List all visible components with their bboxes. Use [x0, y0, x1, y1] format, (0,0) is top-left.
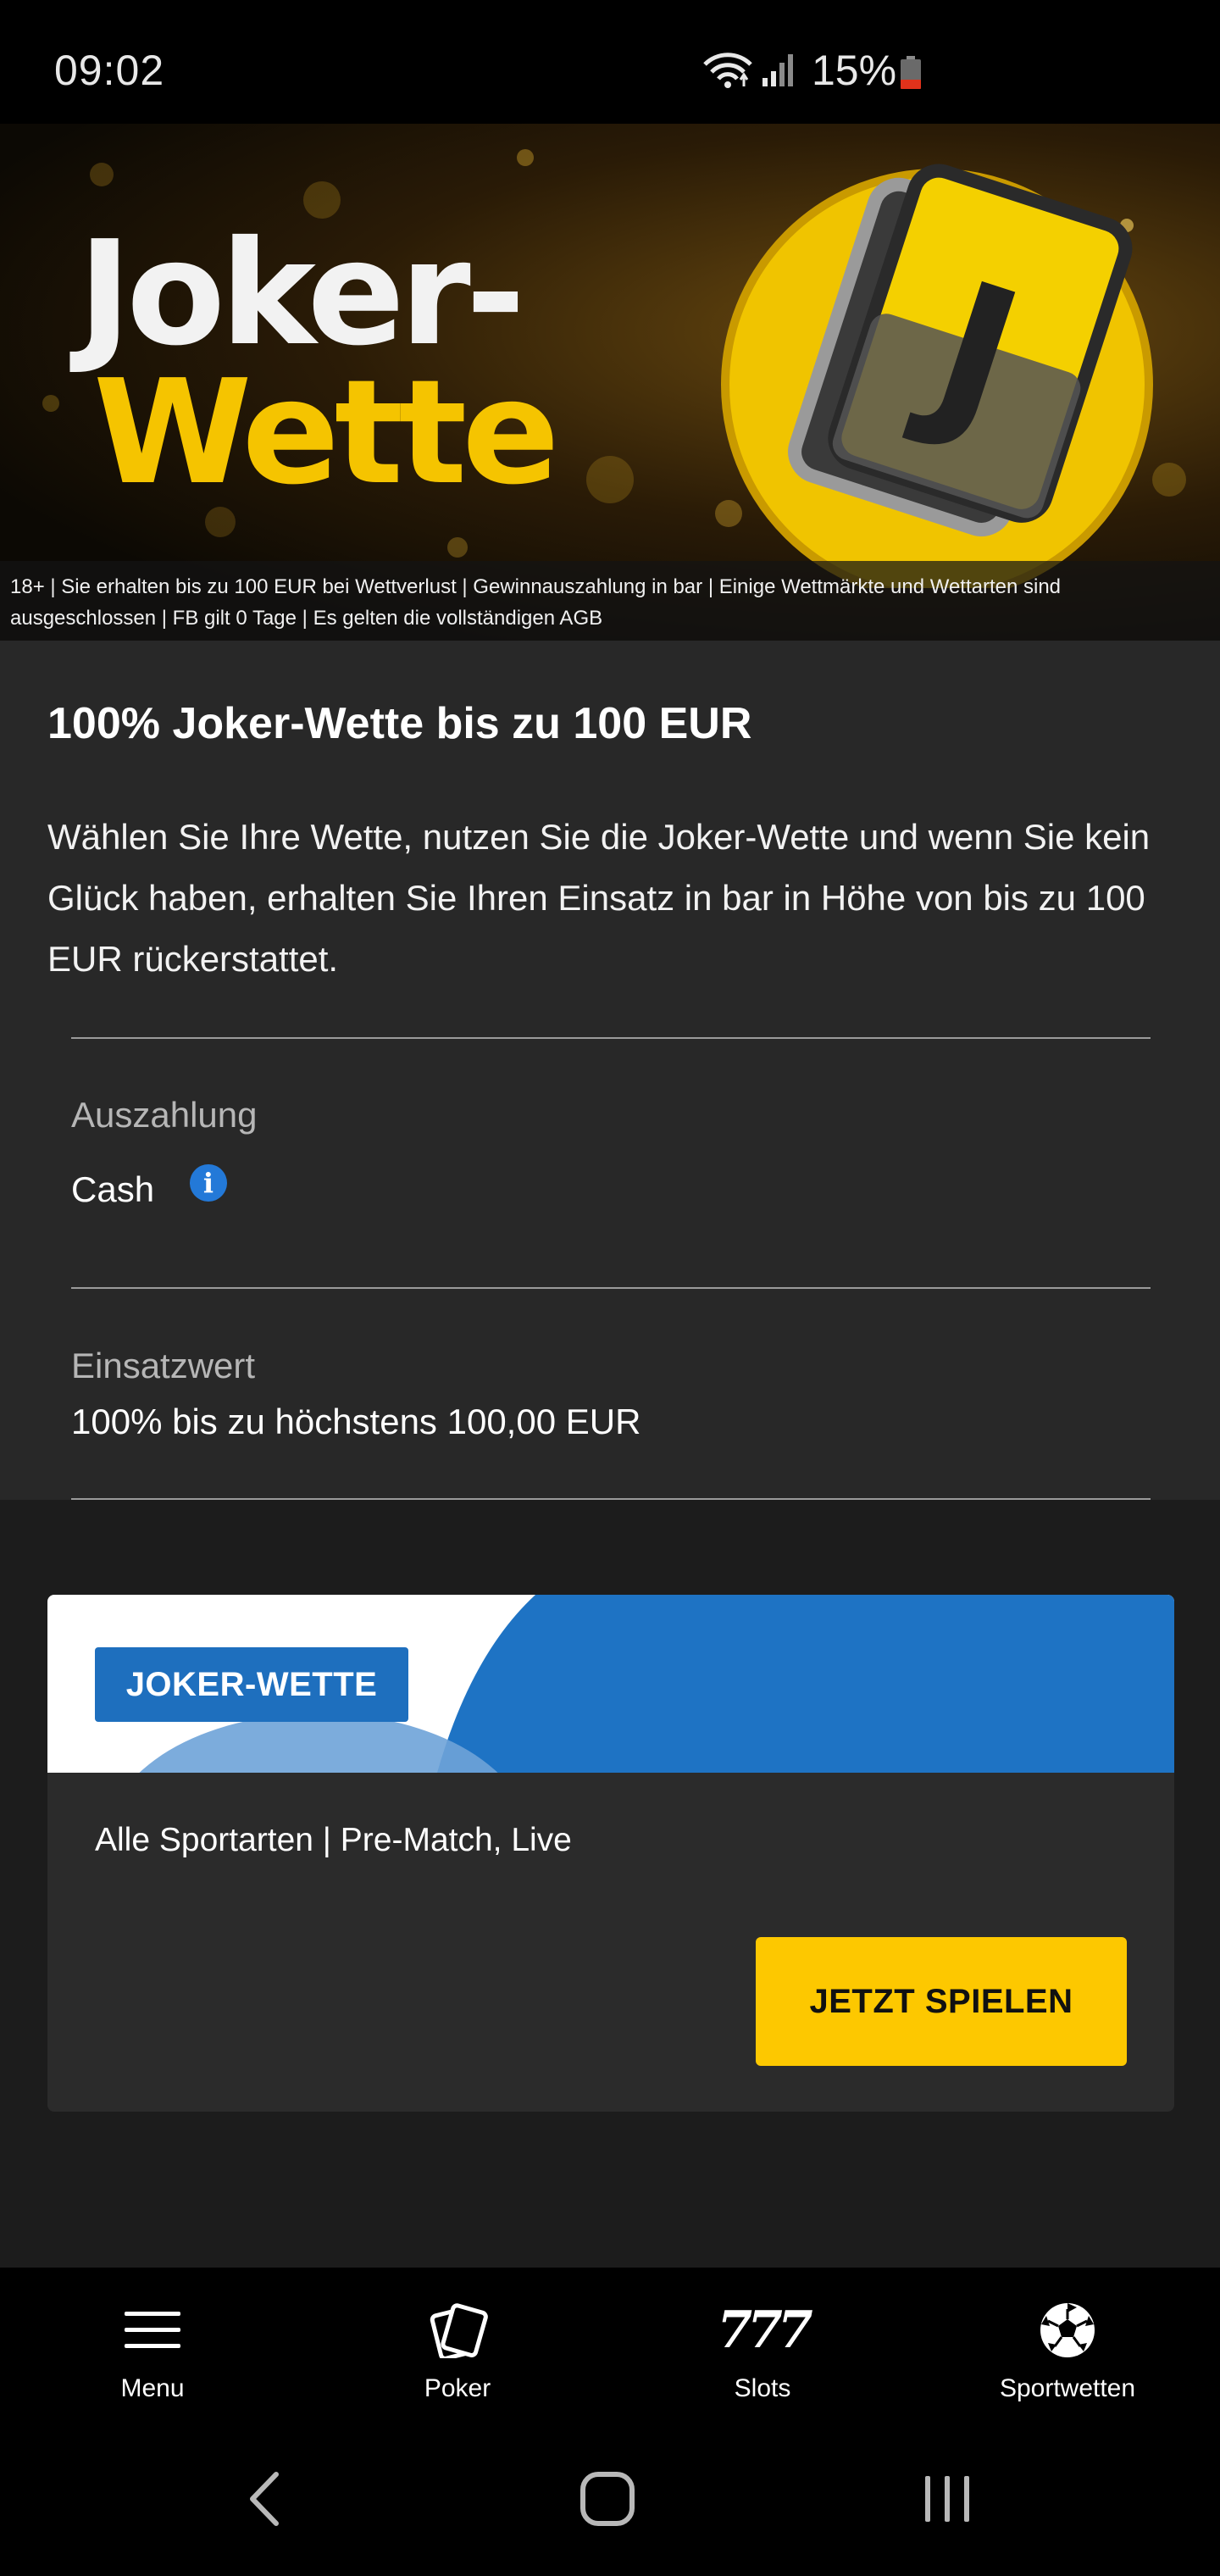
- bottom-navigation: Menu Poker 777 Slots Sportwetten: [0, 2268, 1220, 2576]
- disclaimer-bar: 18+ | Sie erhalten bis zu 100 EUR bei We…: [0, 561, 1220, 641]
- info-icon[interactable]: i: [190, 1164, 227, 1202]
- signal-icon: [762, 54, 793, 86]
- cards-icon: [430, 2303, 488, 2358]
- payout-label: Auszahlung: [71, 1095, 258, 1135]
- nav-label-menu: Menu: [120, 2374, 185, 2402]
- nav-item-sportwetten[interactable]: Sportwetten: [915, 2268, 1220, 2454]
- play-now-button[interactable]: JETZT SPIELEN: [756, 1937, 1127, 2066]
- status-time: 09:02: [54, 47, 165, 94]
- nav-label-slots: Slots: [734, 2374, 791, 2402]
- 777-icon: 777: [717, 2301, 812, 2360]
- joker-coin-icon: J: [721, 164, 1153, 588]
- stake-label: Einsatzwert: [71, 1346, 256, 1385]
- promo-card-header: JOKER-WETTE: [47, 1595, 1174, 1773]
- wifi-icon: [703, 53, 752, 88]
- offer-title: 100% Joker-Wette bis zu 100 EUR: [47, 699, 752, 748]
- divider: [71, 1498, 1151, 1500]
- hero-title: Joker- Wette: [78, 210, 560, 517]
- hamburger-icon: [125, 2312, 180, 2348]
- disclaimer-text: 18+ | Sie erhalten bis zu 100 EUR bei We…: [10, 575, 1062, 630]
- nav-item-menu[interactable]: Menu: [0, 2268, 305, 2454]
- divider: [71, 1037, 1151, 1039]
- battery-percent: 15%: [812, 47, 897, 94]
- promo-banner: Joker- Wette J 18+ | Sie erhalten bis zu…: [0, 124, 1220, 641]
- battery-icon: [901, 56, 921, 89]
- promo-card-subtitle: Alle Sportarten | Pre-Match, Live: [95, 1822, 572, 1858]
- nav-item-slots[interactable]: 777 Slots: [610, 2268, 915, 2454]
- offer-details: 100% Joker-Wette bis zu 100 EUR Wählen S…: [0, 641, 1220, 1500]
- payout-value: Cash: [71, 1169, 155, 1209]
- stake-value: 100% bis zu höchstens 100,00 EUR: [71, 1402, 641, 1441]
- back-icon[interactable]: [246, 2469, 285, 2529]
- soccer-ball-icon: [1040, 2303, 1095, 2357]
- promo-card: JOKER-WETTE Alle Sportarten | Pre-Match,…: [47, 1595, 1174, 2112]
- offer-description: Wählen Sie Ihre Wette, nutzen Sie die Jo…: [47, 817, 1151, 979]
- recent-apps-icon[interactable]: [922, 2469, 973, 2529]
- nav-label-poker: Poker: [424, 2374, 491, 2402]
- nav-label-sportwetten: Sportwetten: [999, 2374, 1136, 2402]
- hero-title-line1: Joker-: [78, 210, 525, 378]
- hero-title-line2: Wette: [93, 349, 560, 517]
- status-bar: 09:02 15%: [0, 0, 1220, 124]
- promo-badge: JOKER-WETTE: [95, 1647, 408, 1722]
- home-icon[interactable]: [578, 2469, 637, 2529]
- nav-item-poker[interactable]: Poker: [305, 2268, 610, 2454]
- divider: [71, 1287, 1151, 1289]
